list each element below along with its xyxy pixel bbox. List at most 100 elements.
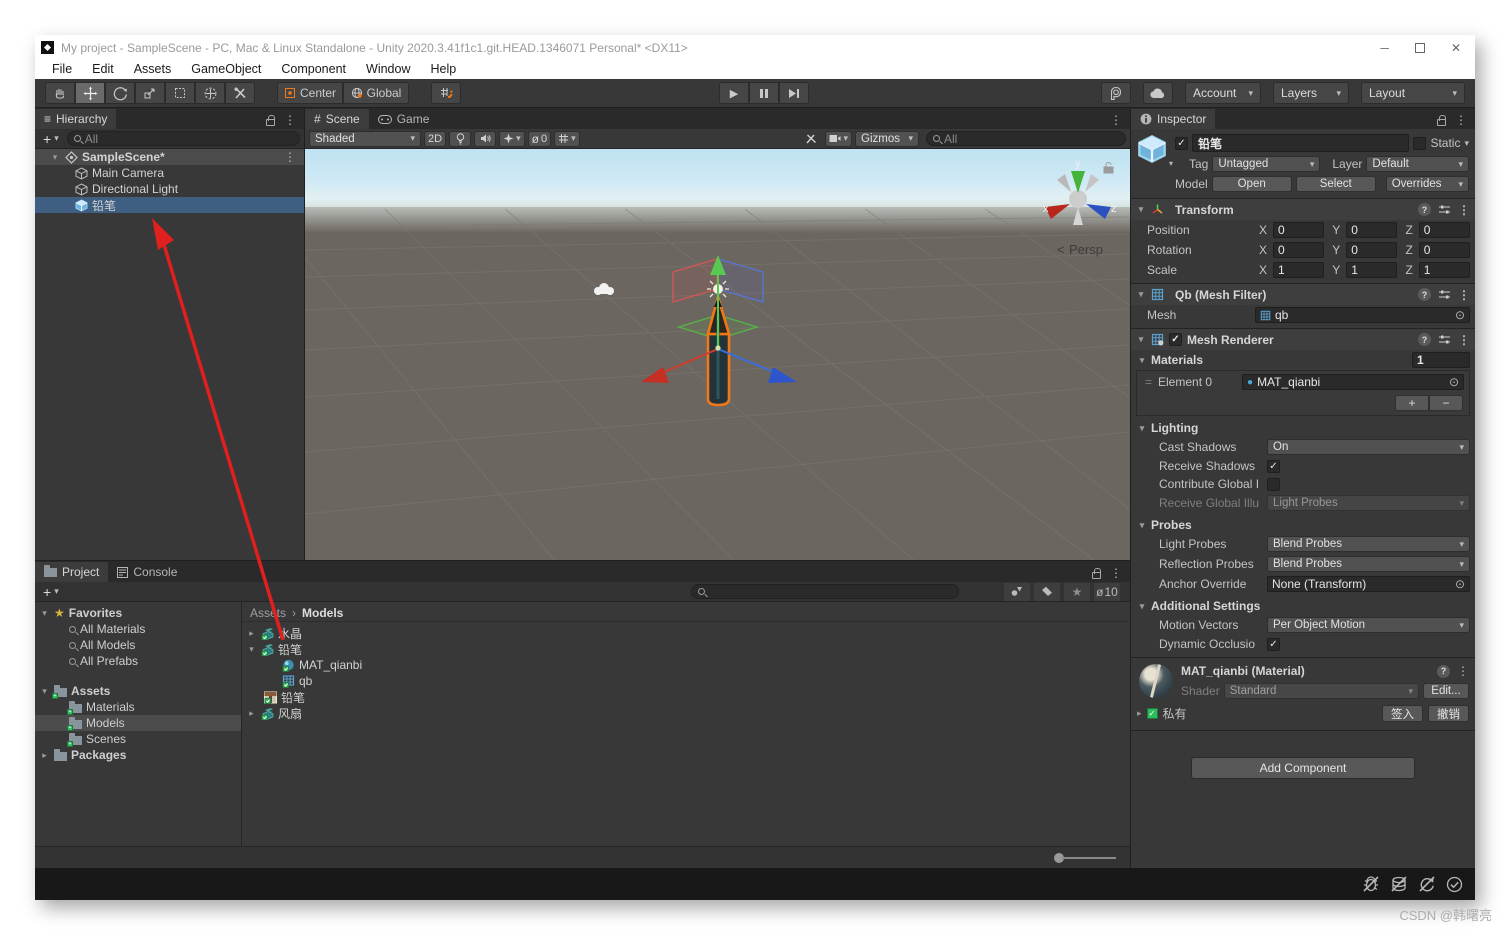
object-picker-icon[interactable]: ⊙ xyxy=(1449,375,1459,389)
layers-dropdown[interactable]: Layers ▾ xyxy=(1273,82,1349,104)
scene-visibility-button[interactable]: ø 0 xyxy=(527,130,552,147)
foldout-icon[interactable]: ▸ xyxy=(246,708,257,719)
remove-material-button[interactable]: − xyxy=(1429,395,1463,411)
close-button[interactable]: ✕ xyxy=(1451,41,1461,55)
project-visibility-button[interactable]: ø 10 xyxy=(1094,582,1120,601)
menu-help[interactable]: Help xyxy=(421,60,465,78)
model-open-button[interactable]: Open xyxy=(1211,176,1292,192)
active-checkbox[interactable]: ✓ xyxy=(1175,136,1188,150)
search-by-type-button[interactable] xyxy=(1004,582,1030,601)
scene-camera-dropdown[interactable]: ▾ xyxy=(825,130,852,147)
tree-assets[interactable]: ▾ + Assets xyxy=(35,683,241,699)
tab-console[interactable]: Console xyxy=(108,562,187,582)
renderer-enabled-checkbox[interactable]: ✓ xyxy=(1169,333,1182,346)
tree-scenes-folder[interactable]: + Scenes xyxy=(35,731,241,747)
object-picker-icon[interactable]: ⊙ xyxy=(1455,577,1465,591)
favorites-filter-button[interactable]: ★ xyxy=(1064,582,1090,601)
foldout-icon[interactable]: ▸ xyxy=(39,750,50,761)
kebab-menu-icon[interactable]: ⋮ xyxy=(1458,333,1470,347)
scale-x-field[interactable]: 1 xyxy=(1273,262,1325,278)
gizmos-dropdown[interactable]: Gizmos ▾ xyxy=(855,130,919,147)
tree-all-materials[interactable]: All Materials xyxy=(35,621,241,637)
presets-icon[interactable] xyxy=(1438,204,1451,215)
kebab-menu-icon[interactable]: ⋮ xyxy=(1457,664,1469,678)
2d-toggle-button[interactable]: 2D xyxy=(424,130,447,147)
custom-tools-button[interactable] xyxy=(225,82,255,104)
hand-tool-button[interactable] xyxy=(45,82,75,104)
rotate-tool-button[interactable] xyxy=(105,82,135,104)
position-x-field[interactable]: 0 xyxy=(1273,222,1325,238)
create-object-button[interactable]: + ▾ xyxy=(39,131,63,147)
scale-tool-button[interactable] xyxy=(135,82,165,104)
help-icon[interactable]: ? xyxy=(1437,664,1450,678)
reflection-probes-dropdown[interactable]: Blend Probes ▾ xyxy=(1267,556,1470,572)
scene-tools-button[interactable] xyxy=(800,131,822,147)
thumbnail-size-slider[interactable] xyxy=(1054,852,1116,863)
shader-dropdown[interactable]: Standard ▾ xyxy=(1223,683,1419,699)
tree-materials-folder[interactable]: + Materials xyxy=(35,699,241,715)
help-icon[interactable]: ? xyxy=(1418,333,1431,346)
move-tool-button[interactable] xyxy=(75,82,105,104)
foldout-icon[interactable]: ▾ xyxy=(49,152,61,163)
kebab-menu-icon[interactable]: ⋮ xyxy=(284,113,296,127)
hierarchy-search-input[interactable]: All xyxy=(66,131,300,146)
foldout-icon[interactable]: ▾ xyxy=(1136,204,1146,215)
foldout-icon[interactable]: ▾ xyxy=(39,608,50,619)
lock-icon[interactable] xyxy=(266,114,275,126)
kebab-menu-icon[interactable]: ⋮ xyxy=(1458,288,1470,302)
tree-all-models[interactable]: All Models xyxy=(35,637,241,653)
rotation-z-field[interactable]: 0 xyxy=(1418,242,1470,258)
presets-icon[interactable] xyxy=(1438,334,1451,345)
file-row-shuijing[interactable]: ▸ 水晶 xyxy=(242,625,1130,641)
tag-dropdown[interactable]: Untagged ▾ xyxy=(1212,156,1321,172)
progress-done-icon[interactable] xyxy=(1446,876,1463,893)
scene-audio-button[interactable] xyxy=(474,130,497,147)
search-by-label-button[interactable] xyxy=(1034,582,1060,601)
file-row-qianbi-prefab[interactable]: 铅笔 xyxy=(242,689,1130,705)
kebab-menu-icon[interactable]: ⋮ xyxy=(1110,113,1122,127)
file-row-fengshan[interactable]: ▸ 风扇 xyxy=(242,705,1130,721)
space-toggle-button[interactable]: Global xyxy=(343,82,409,104)
tree-packages[interactable]: ▸ Packages xyxy=(35,747,241,763)
scene-grid-dropdown[interactable]: ▾ xyxy=(554,130,580,147)
gameobject-icon[interactable]: ▾ xyxy=(1137,134,1173,168)
hierarchy-item-scene[interactable]: ▾ SampleScene* ⋮ xyxy=(35,149,304,165)
scene-effects-dropdown[interactable]: ▾ xyxy=(499,130,525,147)
contribute-gi-checkbox[interactable] xyxy=(1267,477,1280,491)
foldout-icon[interactable]: ▾ xyxy=(39,686,50,697)
light-probes-dropdown[interactable]: Blend Probes ▾ xyxy=(1267,536,1470,552)
kebab-menu-icon[interactable]: ⋮ xyxy=(284,150,304,164)
lock-icon[interactable] xyxy=(1437,114,1446,126)
tree-all-prefabs[interactable]: All Prefabs xyxy=(35,653,241,669)
debugger-disabled-icon[interactable] xyxy=(1362,876,1380,892)
rotation-y-field[interactable]: 0 xyxy=(1346,242,1398,258)
menu-assets[interactable]: Assets xyxy=(125,60,181,78)
foldout-icon[interactable]: ▸ xyxy=(1137,708,1142,719)
motion-vectors-dropdown[interactable]: Per Object Motion ▾ xyxy=(1267,617,1470,633)
rect-tool-button[interactable] xyxy=(165,82,195,104)
menu-gameobject[interactable]: GameObject xyxy=(182,60,270,78)
tab-game[interactable]: Game xyxy=(368,109,439,129)
file-row-qb-mesh[interactable]: qb xyxy=(242,673,1130,689)
dynamic-occlusion-checkbox[interactable]: ✓ xyxy=(1267,637,1280,651)
lock-icon[interactable] xyxy=(1092,567,1101,579)
element0-object-field[interactable]: ● MAT_qianbi ⊙ xyxy=(1242,374,1464,390)
kebab-menu-icon[interactable]: ⋮ xyxy=(1110,566,1122,580)
shader-edit-button[interactable]: Edit... xyxy=(1423,683,1469,699)
mesh-object-field[interactable]: qb ⊙ xyxy=(1255,307,1470,323)
foldout-icon[interactable]: ▾ xyxy=(246,644,257,655)
chevron-down-icon[interactable]: ▾ xyxy=(1464,138,1469,149)
menu-component[interactable]: Component xyxy=(272,60,355,78)
shading-mode-dropdown[interactable]: Shaded ▾ xyxy=(309,130,421,147)
breadcrumb-assets[interactable]: Assets xyxy=(250,606,286,620)
presets-icon[interactable] xyxy=(1438,289,1451,300)
breadcrumb-models[interactable]: Models xyxy=(302,606,343,620)
file-row-qianbi-model[interactable]: ▾ 铅笔 xyxy=(242,641,1130,657)
foldout-icon[interactable]: ▾ xyxy=(1137,520,1147,531)
model-select-button[interactable]: Select xyxy=(1295,176,1376,192)
play-button[interactable]: ▶ xyxy=(719,82,749,104)
menu-file[interactable]: File xyxy=(43,60,81,78)
cache-server-icon[interactable] xyxy=(1390,876,1408,892)
position-z-field[interactable]: 0 xyxy=(1418,222,1470,238)
hierarchy-item-main-camera[interactable]: Main Camera xyxy=(35,165,304,181)
